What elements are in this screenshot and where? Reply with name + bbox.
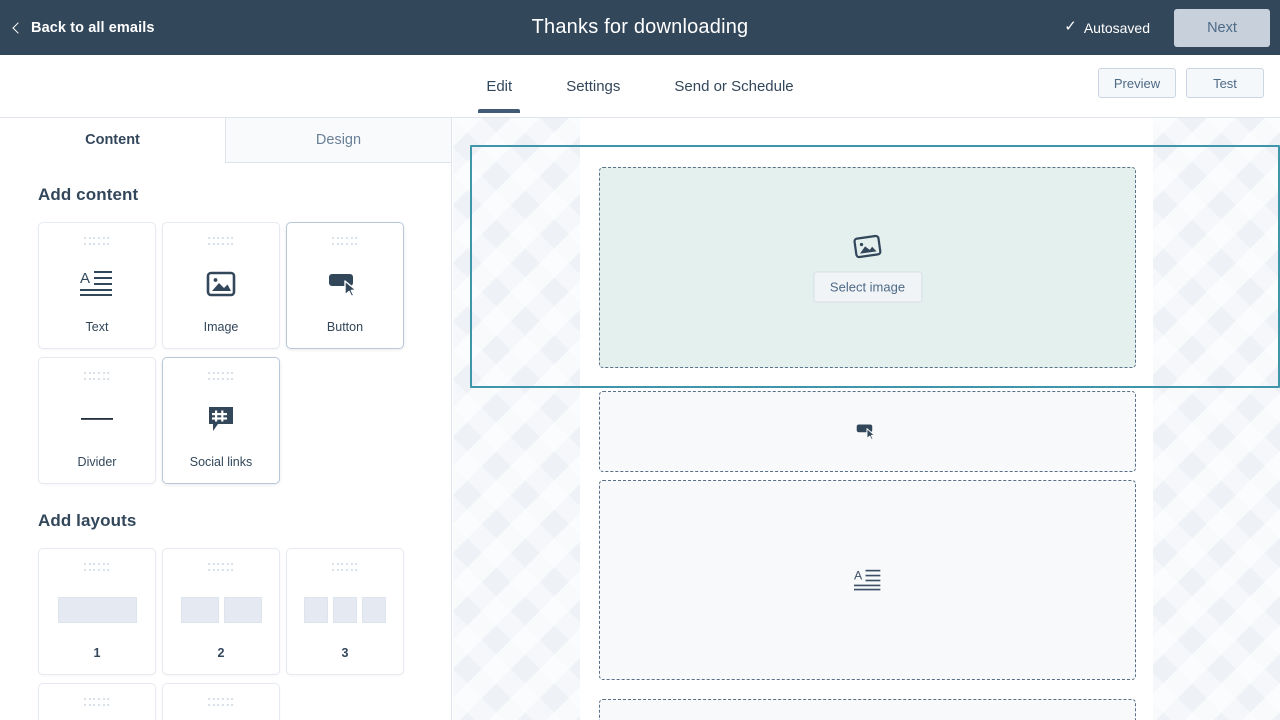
text-icon: A <box>39 247 155 320</box>
tab-bar-actions: Preview Test <box>1098 68 1264 98</box>
layout-card-1[interactable]: 1 <box>38 548 156 675</box>
layout-card-5[interactable] <box>162 683 280 720</box>
add-layouts-grid: 1 2 <box>38 548 438 720</box>
next-button[interactable]: Next <box>1174 9 1270 47</box>
content-card-text[interactable]: A Text <box>38 222 156 349</box>
text-icon: A <box>854 568 882 593</box>
drag-grip-icon[interactable] <box>84 698 110 708</box>
layout-preview-1-column <box>39 573 155 646</box>
content-card-label: Divider <box>78 455 117 483</box>
tab-edit[interactable]: Edit <box>478 78 520 113</box>
layout-preview-2-column <box>163 573 279 646</box>
sidebar-body: Add content A Text <box>0 163 451 720</box>
add-layouts-title: Add layouts <box>38 511 451 531</box>
tab-settings[interactable]: Settings <box>558 78 628 113</box>
top-bar-actions: ✓ Autosaved Next <box>1064 0 1280 55</box>
drag-grip-icon[interactable] <box>208 698 234 708</box>
layout-preview-5 <box>163 708 279 720</box>
content-card-social-links[interactable]: Social links <box>162 357 280 484</box>
button-module[interactable] <box>599 391 1136 472</box>
tab-bar: Edit Settings Send or Schedule Preview T… <box>0 55 1280 118</box>
text-module[interactable]: A <box>599 480 1136 680</box>
content-card-button[interactable]: Button <box>286 222 404 349</box>
image-icon <box>853 233 883 259</box>
drag-grip-icon[interactable] <box>84 237 110 247</box>
drag-grip-icon[interactable] <box>332 563 358 573</box>
sidebar-tab-content[interactable]: Content <box>0 118 225 163</box>
content-card-divider[interactable]: Divider <box>38 357 156 484</box>
sidebar-tab-design[interactable]: Design <box>225 118 451 163</box>
test-button[interactable]: Test <box>1186 68 1264 98</box>
content-card-label: Social links <box>190 455 253 483</box>
tab-send-or-schedule[interactable]: Send or Schedule <box>666 78 801 113</box>
top-bar: Back to all emails Thanks for downloadin… <box>0 0 1280 55</box>
drag-grip-icon[interactable] <box>208 563 234 573</box>
next-module[interactable] <box>599 699 1136 720</box>
check-icon: ✓ <box>1064 19 1077 34</box>
left-sidebar: Content Design Add content A <box>0 118 452 720</box>
layout-preview-4 <box>39 708 155 720</box>
content-card-label: Text <box>86 320 109 348</box>
svg-text:A: A <box>854 568 863 582</box>
button-cursor-icon <box>287 247 403 320</box>
drag-grip-icon[interactable] <box>208 372 234 382</box>
image-icon <box>163 247 279 320</box>
layout-card-2[interactable]: 2 <box>162 548 280 675</box>
layout-card-label: 2 <box>218 646 225 674</box>
content-card-label: Button <box>327 320 363 348</box>
autosaved-status: ✓ Autosaved <box>1064 20 1150 36</box>
content-card-image[interactable]: Image <box>162 222 280 349</box>
content-card-label: Image <box>204 320 239 348</box>
select-image-button[interactable]: Select image <box>813 271 922 302</box>
drag-grip-icon[interactable] <box>208 237 234 247</box>
email-canvas[interactable]: Select image A <box>453 118 1280 720</box>
svg-text:A: A <box>80 270 90 287</box>
layout-card-label: 3 <box>342 646 349 674</box>
social-links-icon <box>163 382 279 455</box>
drag-grip-icon[interactable] <box>84 372 110 382</box>
layout-card-4[interactable] <box>38 683 156 720</box>
add-content-grid: A Text <box>38 222 438 484</box>
main-tabs: Edit Settings Send or Schedule <box>0 55 1280 118</box>
layout-preview-3-column <box>287 573 403 646</box>
divider-icon <box>39 382 155 455</box>
add-content-title: Add content <box>38 185 451 205</box>
autosaved-label: Autosaved <box>1084 20 1150 36</box>
layout-card-3[interactable]: 3 <box>286 548 404 675</box>
image-module[interactable]: Select image <box>599 167 1136 368</box>
drag-grip-icon[interactable] <box>332 237 358 247</box>
image-placeholder: Select image <box>813 233 922 302</box>
layout-card-label: 1 <box>94 646 101 674</box>
preview-button[interactable]: Preview <box>1098 68 1176 98</box>
sidebar-tabs: Content Design <box>0 118 451 163</box>
drag-grip-icon[interactable] <box>84 563 110 573</box>
button-cursor-icon <box>856 422 880 441</box>
